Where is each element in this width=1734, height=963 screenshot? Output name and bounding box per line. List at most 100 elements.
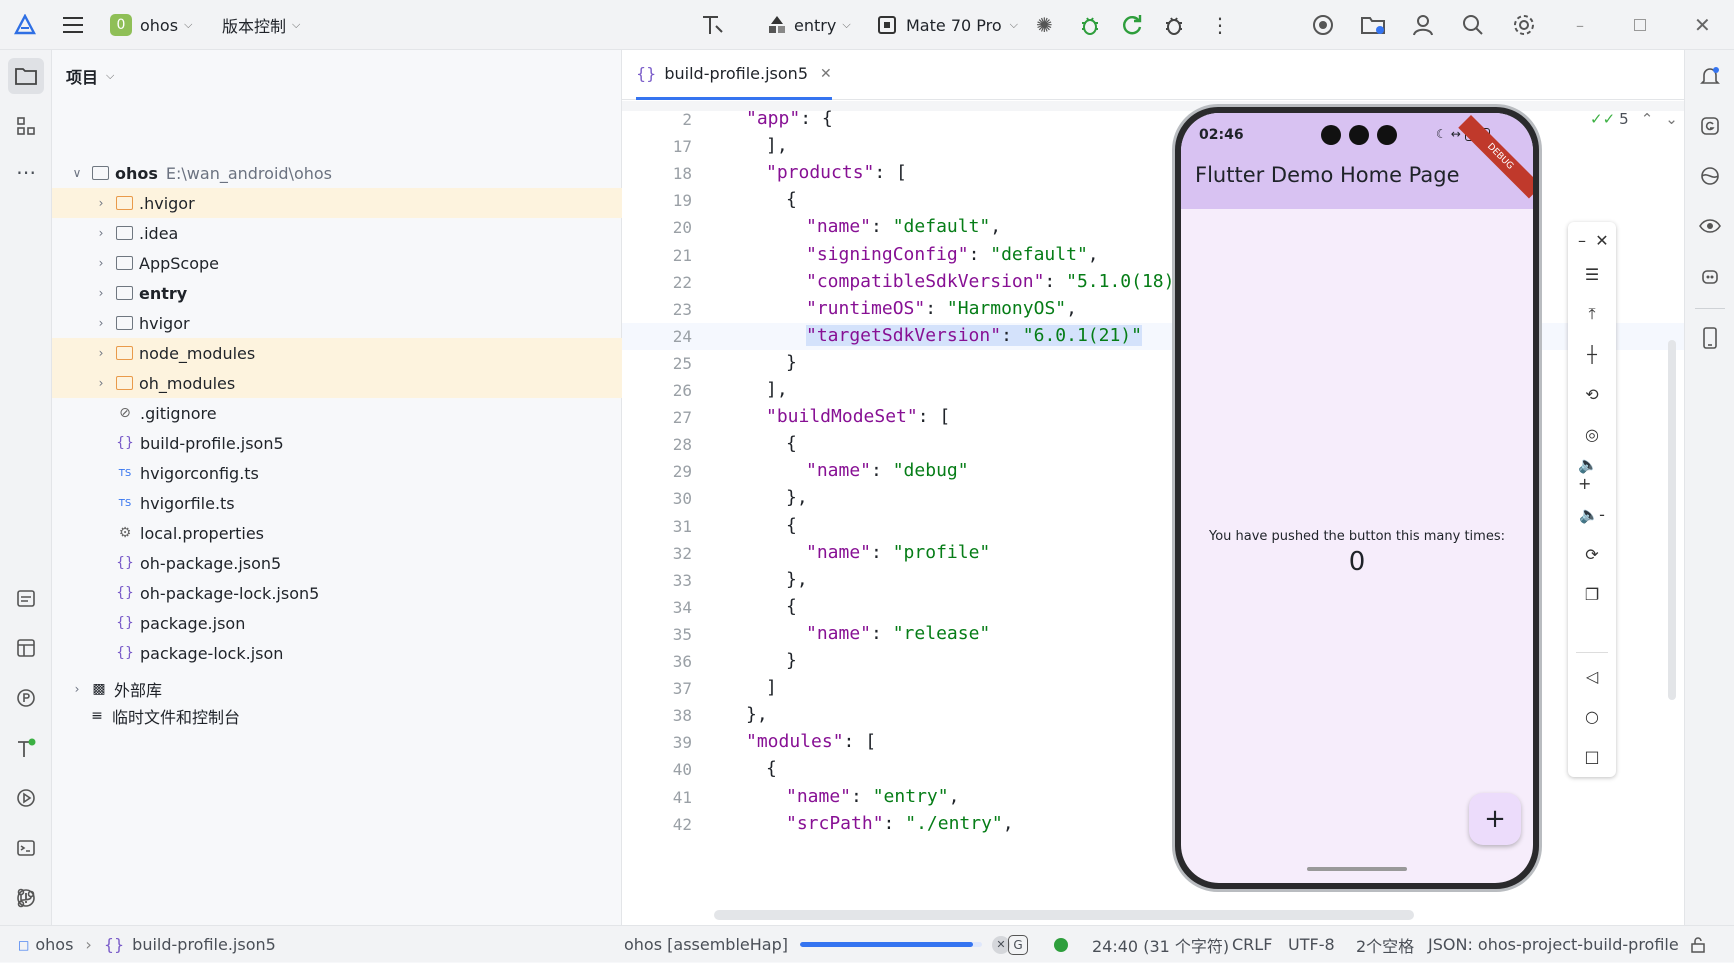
- todo-icon[interactable]: [8, 580, 44, 616]
- tree-item[interactable]: TS hvigorfile.ts: [52, 488, 622, 518]
- code-token: "modules": [746, 731, 844, 753]
- project-panel-header[interactable]: 项目 ⌵: [66, 64, 114, 88]
- volume-down-icon[interactable]: 🔈-: [1578, 500, 1606, 528]
- close-window-icon[interactable]: ✕: [1694, 0, 1711, 50]
- ai-assistant-icon[interactable]: [1692, 258, 1728, 294]
- tree-item[interactable]: {} build-profile.json5: [52, 428, 622, 458]
- folder-open-icon[interactable]: [1360, 0, 1386, 50]
- build-task[interactable]: ohos [assembleHap] ✕: [624, 926, 1010, 963]
- account-icon[interactable]: [1412, 0, 1434, 50]
- tree-item[interactable]: › .idea: [52, 218, 622, 248]
- tree-item[interactable]: › entry: [52, 278, 622, 308]
- chevron-down-icon: ⌵: [106, 69, 115, 82]
- attach-debugger-icon[interactable]: [1162, 0, 1186, 50]
- shake-icon[interactable]: ⟳: [1578, 540, 1606, 568]
- tree-external-libs[interactable]: › ▩ 外部库: [52, 674, 622, 704]
- project-switcher[interactable]: 0 ohos ⌵: [110, 0, 192, 50]
- back-triangle-icon[interactable]: ◁: [1578, 662, 1606, 690]
- breadcrumb[interactable]: □ ohos › {} build-profile.json5: [18, 926, 276, 963]
- code-line: },: [746, 704, 768, 725]
- tree-item[interactable]: › node_modules: [52, 338, 622, 368]
- project-folder-icon[interactable]: [8, 58, 44, 94]
- settings-gear-icon[interactable]: [1512, 0, 1536, 50]
- close-tab-icon[interactable]: ✕: [820, 66, 832, 82]
- tree-item[interactable]: {} package.json: [52, 608, 622, 638]
- device-selector[interactable]: Mate 70 Pro ⌵: [876, 0, 1018, 50]
- vcs-menu[interactable]: 版本控制 ⌵: [222, 0, 300, 50]
- previewer-eye-icon[interactable]: [1692, 208, 1728, 244]
- crop-icon[interactable]: ┼: [1578, 340, 1606, 368]
- maximize-window-icon[interactable]: [1634, 0, 1646, 50]
- screenshot-icon[interactable]: ◎: [1578, 420, 1606, 448]
- tree-item[interactable]: TS hvigorconfig.ts: [52, 458, 622, 488]
- tree-item[interactable]: › oh_modules: [52, 368, 622, 398]
- terminal-icon[interactable]: [8, 830, 44, 866]
- more-horizontal-icon[interactable]: ⋯: [8, 154, 44, 190]
- chevron-up-icon[interactable]: ⌃: [1641, 110, 1654, 128]
- line-separator[interactable]: CRLF: [1232, 926, 1272, 963]
- run-config-selector[interactable]: entry ⌵: [766, 0, 851, 50]
- tree-item[interactable]: ⚙ local.properties: [52, 518, 622, 548]
- run-icon[interactable]: [8, 780, 44, 816]
- tree-item[interactable]: ⊘ .gitignore: [52, 398, 622, 428]
- code-token: {: [786, 433, 797, 455]
- tree-root[interactable]: ∨ ohos E:\wan_android\ohos: [52, 158, 622, 188]
- code-line: "name": "profile": [806, 542, 990, 563]
- tree-item-label: .idea: [139, 223, 179, 243]
- home-circle-icon[interactable]: ○: [1578, 702, 1606, 730]
- device-mirror-icon[interactable]: [1692, 320, 1728, 356]
- code-line: ],: [766, 379, 788, 400]
- code-token: {: [786, 189, 797, 211]
- arkui-inspector-icon[interactable]: [1692, 158, 1728, 194]
- codegenie-status-icon[interactable]: G: [1008, 926, 1028, 963]
- vertical-scrollbar[interactable]: [1668, 340, 1676, 700]
- recents-square-icon[interactable]: □: [1578, 742, 1606, 770]
- project-panel: 项目 ⌵ ∨ ohos E:\wan_android\ohos › .hvigor…: [52, 50, 622, 925]
- profiler-icon[interactable]: [8, 680, 44, 716]
- layout-icon[interactable]: [8, 630, 44, 666]
- lock-icon[interactable]: [1690, 926, 1706, 963]
- rotate-icon[interactable]: ⟲: [1578, 380, 1606, 408]
- main-menu-icon[interactable]: [62, 0, 84, 50]
- build-hammer-icon[interactable]: [700, 0, 726, 50]
- file-encoding[interactable]: UTF-8: [1288, 926, 1335, 963]
- build-status-icon[interactable]: [8, 730, 44, 766]
- inspection-indicator[interactable]: ✓✓ 5 ⌃ ⌄: [1590, 110, 1678, 128]
- code-line: "name": "release": [806, 623, 990, 644]
- home-indicator[interactable]: [1307, 867, 1407, 871]
- volume-up-icon[interactable]: 🔈+: [1578, 455, 1606, 493]
- notifications-bell-icon[interactable]: [1692, 58, 1728, 94]
- tree-item[interactable]: {} package-lock.json: [52, 638, 622, 668]
- tree-item[interactable]: {} oh-package-lock.json5: [52, 578, 622, 608]
- structure-icon[interactable]: [8, 108, 44, 144]
- menu-icon[interactable]: ☰: [1578, 260, 1606, 288]
- tree-item[interactable]: › hvigor: [52, 308, 622, 338]
- debug-bug-icon[interactable]: [1078, 0, 1102, 50]
- tree-item[interactable]: › .hvigor: [52, 188, 622, 218]
- editor-tab-bar: {} build-profile.json5 ✕: [622, 50, 1684, 100]
- caret-position[interactable]: 24:40 (31 个字符): [1092, 926, 1229, 963]
- library-icon: ▩: [92, 681, 106, 697]
- pin-top-icon[interactable]: ⤒: [1578, 300, 1606, 328]
- codegenie-icon[interactable]: [1692, 108, 1728, 144]
- minimize-icon[interactable]: –: [1572, 226, 1592, 254]
- horizontal-scrollbar[interactable]: [714, 910, 1414, 920]
- close-icon[interactable]: ✕: [1592, 226, 1612, 254]
- multi-device-icon[interactable]: ❐: [1578, 580, 1606, 608]
- minimize-window-icon[interactable]: –: [1576, 0, 1584, 50]
- fab-increment-button[interactable]: +: [1469, 793, 1521, 845]
- chevron-down-icon[interactable]: ⌄: [1665, 110, 1678, 128]
- emulator-screen[interactable]: 02:46 ☾ ↔ 100 DEBUG Flutter Demo Home Pa…: [1181, 113, 1533, 883]
- more-vertical-icon[interactable]: ⋮: [1210, 0, 1230, 50]
- json-schema[interactable]: JSON: ohos-project-build-profile: [1428, 926, 1679, 963]
- editor-tab[interactable]: {} build-profile.json5 ✕: [636, 50, 832, 100]
- tree-item[interactable]: › AppScope: [52, 248, 622, 278]
- device-manager-icon[interactable]: [1312, 0, 1334, 50]
- search-icon[interactable]: [1462, 0, 1484, 50]
- git-branch-icon[interactable]: [8, 880, 44, 916]
- hot-reload-icon[interactable]: [1120, 0, 1144, 50]
- indent-setting[interactable]: 2个空格: [1356, 926, 1414, 963]
- loading-spinner-icon[interactable]: ✺: [1036, 0, 1053, 50]
- tree-scratches[interactable]: ≡ 临时文件和控制台: [52, 701, 622, 731]
- tree-item[interactable]: {} oh-package.json5: [52, 548, 622, 578]
